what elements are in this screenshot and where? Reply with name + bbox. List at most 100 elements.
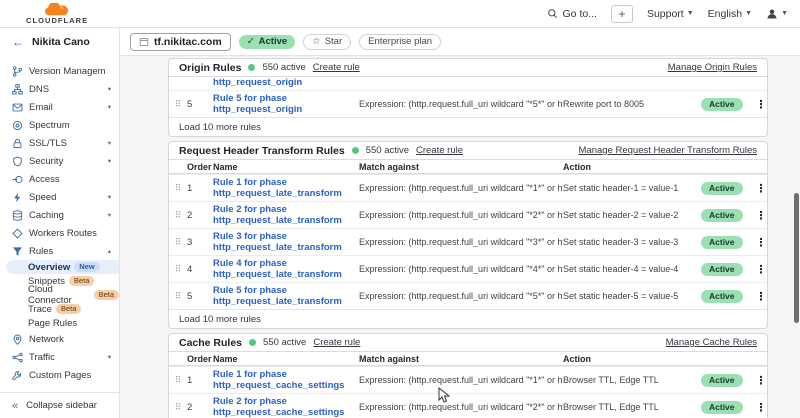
sidebar-item-ssl-tls[interactable]: SSL/TLS ▾ <box>0 134 119 152</box>
sidebar-item-security[interactable]: Security ▾ <box>0 152 119 170</box>
domain-name: tf.nikitac.com <box>154 36 222 48</box>
rule-action: Browser TTL, Edge TTL <box>563 402 701 412</box>
drag-handle-icon[interactable]: ⠿ <box>169 375 187 386</box>
kebab-menu-icon[interactable]: ⋮ <box>753 209 768 222</box>
sidebar-item-rules[interactable]: Rules ▴ <box>0 242 119 260</box>
sidebar-item-network[interactable]: Network <box>0 330 119 348</box>
table-row: ⠿ 5 Rule 5 for phase http_request_origin… <box>169 90 767 117</box>
manage-rht-rules-link[interactable]: Manage Request Header Transform Rules <box>579 145 757 156</box>
table-row: ⠿ 5 Rule 5 for phase http_request_late_t… <box>169 282 767 309</box>
domain-selector[interactable]: tf.nikitac.com <box>130 33 231 51</box>
rule-action: Rewrite port to 8005 <box>563 99 701 109</box>
sidebar-item-rules-trace[interactable]: Trace Beta <box>0 302 119 316</box>
diamond-icon <box>12 228 23 239</box>
status-badge: Active <box>701 290 743 303</box>
zone-status-badge: ✓ Active <box>239 35 295 49</box>
sidebar-item-dns[interactable]: DNS ▾ <box>0 80 119 98</box>
rule-name-link[interactable]: Rule 5 for phase http_request_origin <box>213 93 359 115</box>
git-branch-icon <box>12 66 23 77</box>
support-menu[interactable]: Support ▼ <box>647 8 694 20</box>
cache-rules-card: Cache Rules 550 active Create rule Manag… <box>168 333 768 418</box>
rule-expression: Expression: (http.request.full_uri wildc… <box>359 264 563 274</box>
green-status-dot <box>352 147 359 154</box>
manage-origin-rules-link[interactable]: Manage Origin Rules <box>668 62 757 73</box>
rule-name-link[interactable]: Rule 1 for phase http_request_late_trans… <box>213 177 359 199</box>
share-icon <box>12 352 23 363</box>
drag-handle-icon[interactable]: ⠿ <box>169 291 187 302</box>
rule-name-link[interactable]: Rule 2 for phase http_request_late_trans… <box>213 204 359 226</box>
rule-action: Set static header-3 = value-3 <box>563 237 701 247</box>
star-icon: ☆ <box>312 36 321 47</box>
sidebar-item-workers-routes[interactable]: Workers Routes <box>0 224 119 242</box>
table-row: ⠿ 2 Rule 2 for phase http_request_late_t… <box>169 201 767 228</box>
load-more-link[interactable]: Load 10 more rules <box>169 309 767 328</box>
sidebar-item-spectrum[interactable]: Spectrum <box>0 116 119 134</box>
vertical-scrollbar[interactable] <box>794 193 799 323</box>
database-icon <box>12 210 23 221</box>
kebab-menu-icon[interactable]: ⋮ <box>753 236 768 249</box>
rule-name-link[interactable]: Rule 3 for phase http_request_late_trans… <box>213 231 359 253</box>
table-row: ⠿ 4 Rule 4 for phase http_request_late_t… <box>169 255 767 282</box>
manage-cache-rules-link[interactable]: Manage Cache Rules <box>666 337 757 348</box>
sidebar-item-rules-cloud-connector[interactable]: Cloud Connector Beta <box>0 288 119 302</box>
sidebar-item-caching[interactable]: Caching ▾ <box>0 206 119 224</box>
chevron-down-icon: ▼ <box>687 10 694 17</box>
pin-icon <box>12 334 23 345</box>
collapse-sidebar-button[interactable]: « Collapse sidebar <box>0 392 119 418</box>
language-label: English <box>708 8 742 20</box>
drag-handle-icon[interactable]: ⠿ <box>169 264 187 275</box>
kebab-menu-icon[interactable]: ⋮ <box>753 290 768 303</box>
create-rule-link[interactable]: Create rule <box>416 145 463 156</box>
column-action: Action <box>563 162 701 172</box>
kebab-menu-icon[interactable]: ⋮ <box>753 401 768 414</box>
sidebar-item-custom-pages[interactable]: Custom Pages <box>0 366 119 384</box>
new-badge: New <box>74 262 99 272</box>
rule-name-link[interactable]: Rule 1 for phase http_request_cache_sett… <box>213 369 359 391</box>
create-rule-link[interactable]: Create rule <box>313 62 360 73</box>
support-label: Support <box>647 8 684 20</box>
rule-name-link[interactable]: Rule 2 for phase http_request_cache_sett… <box>213 396 359 418</box>
load-more-link[interactable]: Load 10 more rules <box>169 117 767 136</box>
kebab-menu-icon[interactable]: ⋮ <box>753 263 768 276</box>
rule-expression: Expression: (http.request.full_uri wildc… <box>359 237 563 247</box>
language-menu[interactable]: English ▼ <box>708 8 752 20</box>
sidebar-item-traffic[interactable]: Traffic ▾ <box>0 348 119 366</box>
cache-rules-header: Cache Rules 550 active Create rule Manag… <box>169 334 767 352</box>
star-button[interactable]: ☆ Star <box>303 34 351 50</box>
sidebar-item-version-management[interactable]: Version Management <box>0 62 119 80</box>
zone-header-bar: ← Nikita Cano tf.nikitac.com ✓ Active ☆ … <box>0 28 800 56</box>
table-row: ⠿ 1 Rule 1 for phase http_request_late_t… <box>169 174 767 201</box>
sidebar-item-email[interactable]: Email ▾ <box>0 98 119 116</box>
sidebar-item-access[interactable]: Access <box>0 170 119 188</box>
drag-handle-icon[interactable]: ⠿ <box>169 402 187 413</box>
sidebar-item-rules-page-rules[interactable]: Page Rules <box>0 316 119 330</box>
rule-name-link[interactable]: Rule 4 for phase http_request_late_trans… <box>213 258 359 280</box>
kebab-menu-icon[interactable]: ⋮ <box>753 182 768 195</box>
drag-handle-icon[interactable]: ⠿ <box>169 99 187 110</box>
status-badge: Active <box>701 374 743 387</box>
column-name: Name <box>213 162 359 172</box>
kebab-menu-icon[interactable]: ⋮ <box>753 374 768 387</box>
cloudflare-dashboard: CLOUDFLARE Go to... + Support ▼ English … <box>0 0 800 418</box>
drag-handle-icon[interactable]: ⠿ <box>169 210 187 221</box>
back-arrow-icon[interactable]: ← <box>12 35 24 49</box>
rule-name-link[interactable]: Rule 5 for phase http_request_late_trans… <box>213 285 359 307</box>
create-rule-link[interactable]: Create rule <box>313 337 360 348</box>
envelope-icon <box>12 102 23 113</box>
cloudflare-logo[interactable]: CLOUDFLARE <box>26 3 88 25</box>
goto-search[interactable]: Go to... <box>547 8 597 20</box>
sidebar-item-rules-overview[interactable]: Overview New <box>6 260 119 274</box>
status-badge: Active <box>701 182 743 195</box>
lightning-icon <box>12 192 23 203</box>
funnel-icon <box>12 246 23 257</box>
add-site-button[interactable]: + <box>611 5 633 23</box>
sidebar-nav: Version Management DNS ▾ Email ▾ Spectru… <box>0 56 119 392</box>
sidebar-item-speed[interactable]: Speed ▾ <box>0 188 119 206</box>
account-menu[interactable]: ▼ <box>766 8 788 20</box>
topbar-actions: Go to... + Support ▼ English ▼ ▼ <box>547 5 788 23</box>
kebab-menu-icon[interactable]: ⋮ <box>753 98 768 111</box>
cloudflare-cloud-icon <box>42 3 72 17</box>
drag-handle-icon[interactable]: ⠿ <box>169 237 187 248</box>
drag-handle-icon[interactable]: ⠿ <box>169 183 187 194</box>
rule-expression: Expression: (http.request.full_uri wildc… <box>359 402 563 412</box>
